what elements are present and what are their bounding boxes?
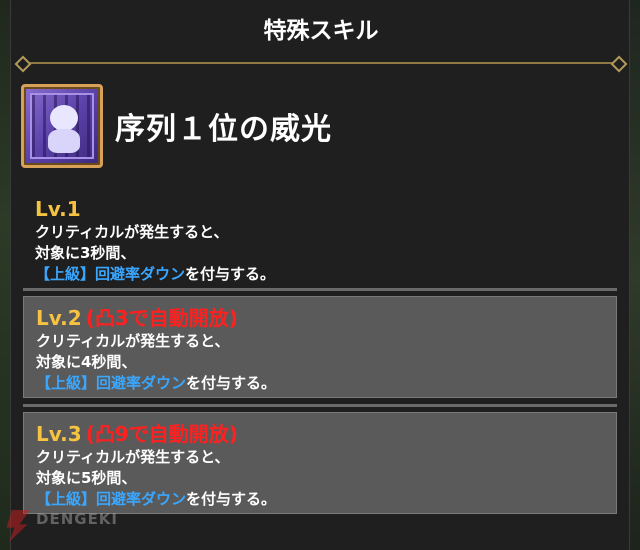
- watermark-text: DENGEKI: [36, 510, 119, 528]
- level-2-suffix: を付与する。: [186, 374, 277, 392]
- level-1-line-3: 【上級】回避率ダウンを付与する。: [35, 264, 605, 285]
- watermark: DENGEKI: [2, 506, 132, 546]
- level-2-keyword: 【上級】回避率ダウン: [36, 374, 187, 392]
- skill-icon-figure-head: [50, 105, 78, 131]
- title-divider: [19, 62, 623, 64]
- level-3-block: Lv.3 (凸9で自動開放) クリティカルが発生すると、 対象に5秒間、 【上級】…: [23, 412, 617, 514]
- level-1-keyword: 【上級】回避率ダウン: [35, 265, 186, 283]
- level-3-line-2: 対象に5秒間、: [36, 469, 137, 487]
- skill-panel: 特殊スキル 序列１位の威光 Lv.1 クリティカルが発生すると、 対象に3秒間、…: [10, 0, 630, 550]
- level-1-block: Lv.1 クリティカルが発生すると、 対象に3秒間、 【上級】回避率ダウンを付与…: [23, 188, 617, 293]
- skill-icon-figure-body: [48, 129, 80, 153]
- level-3-header: Lv.3 (凸9で自動開放): [36, 421, 604, 447]
- level-3-suffix: を付与する。: [186, 490, 277, 508]
- level-2-label: Lv.2: [36, 306, 82, 330]
- level-2-line-2: 対象に4秒間、: [36, 353, 137, 371]
- level-2-unlock-condition: (凸3で自動開放): [85, 306, 238, 330]
- level-3-unlock-condition: (凸9で自動開放): [85, 422, 238, 446]
- level-divider: [23, 288, 617, 291]
- skill-icon: [21, 84, 103, 168]
- level-2-line-1: クリティカルが発生すると、: [36, 332, 230, 350]
- dengeki-bolt-icon: [6, 510, 30, 542]
- level-2-line-3: 【上級】回避率ダウンを付与する。: [36, 373, 604, 394]
- level-divider: [23, 404, 617, 407]
- level-2-header: Lv.2 (凸3で自動開放): [36, 305, 604, 331]
- level-1-label: Lv.1: [35, 197, 81, 221]
- level-1-suffix: を付与する。: [185, 265, 276, 283]
- level-1-header: Lv.1: [35, 196, 605, 222]
- level-3-line-1: クリティカルが発生すると、: [36, 448, 230, 466]
- level-3-label: Lv.3: [36, 422, 82, 446]
- level-2-block: Lv.2 (凸3で自動開放) クリティカルが発生すると、 対象に4秒間、 【上級】…: [23, 296, 617, 398]
- skill-name: 序列１位の威光: [115, 112, 332, 147]
- level-1-line-1: クリティカルが発生すると、: [35, 223, 229, 241]
- panel-title: 特殊スキル: [263, 18, 379, 44]
- level-1-line-2: 対象に3秒間、: [35, 244, 136, 262]
